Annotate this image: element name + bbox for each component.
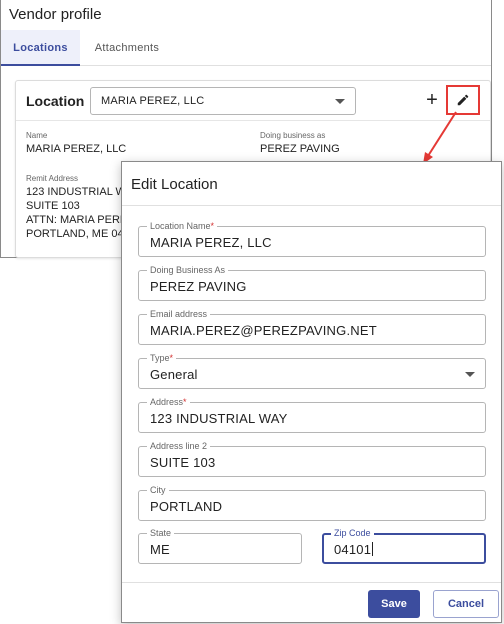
text-cursor [372,542,374,556]
state-field[interactable]: State ME [138,528,302,564]
address-line-2-value: SUITE 103 [150,455,216,470]
address-value: 123 INDUSTRIAL WAY [150,411,288,426]
email-label: Email address [147,309,211,319]
tab-bar: Locations Attachments [1,30,491,66]
address-line-2-label: Address line 2 [147,441,211,451]
city-label: City [147,485,169,495]
remit-address-line: SUITE 103 [26,200,80,212]
state-value: ME [150,542,170,557]
type-label: Type* [147,353,177,363]
type-value: General [150,367,198,382]
location-card-header: Location MARIA PEREZ, LLC + [16,81,490,121]
location-name-field[interactable]: Location Name* MARIA PEREZ, LLC [138,221,486,257]
save-button[interactable]: Save [368,590,420,618]
remit-address-label: Remit Address [26,174,79,183]
city-value: PORTLAND [150,499,223,514]
screen: Vendor profile Locations Attachments Loc… [0,0,504,624]
zip-code-value: 04101 [334,542,374,557]
location-name-value: MARIA PEREZ, LLC [150,235,272,250]
location-label: Location [26,93,85,109]
remit-address-line: ATTN: MARIA PERE [26,214,128,226]
location-select-value: MARIA PEREZ, LLC [101,95,205,107]
edit-location-dialog: Edit Location Location Name* MARIA PEREZ… [121,161,502,623]
type-select[interactable]: Type* General [138,353,486,389]
pencil-icon [457,94,469,106]
cancel-button[interactable]: Cancel [433,590,499,618]
remit-address-line: 123 INDUSTRIAL W [26,186,126,198]
dba-label: Doing business as [260,131,326,140]
address-field[interactable]: Address* 123 INDUSTRIAL WAY [138,397,486,433]
address-label: Address* [147,397,190,407]
name-label: Name [26,131,48,140]
location-select[interactable]: MARIA PEREZ, LLC [90,87,356,115]
zip-code-label: Zip Code [331,528,374,538]
location-name-label: Location Name* [147,221,218,231]
dropdown-arrow-icon [335,99,345,104]
doing-business-as-field[interactable]: Doing Business As PEREZ PAVING [138,265,486,301]
email-field[interactable]: Email address MARIA.PEREZ@PEREZPAVING.NE… [138,309,486,345]
tab-locations[interactable]: Locations [1,30,80,66]
name-value: MARIA PEREZ, LLC [26,143,127,155]
dropdown-arrow-icon [465,372,475,377]
dba-value: PEREZ PAVING [260,143,340,155]
tab-attachments[interactable]: Attachments [81,30,173,66]
doing-business-as-value: PEREZ PAVING [150,279,247,294]
divider [122,582,501,583]
dialog-title: Edit Location [131,176,218,193]
email-value: MARIA.PEREZ@PEREZPAVING.NET [150,323,377,338]
divider [122,205,501,206]
page-title: Vendor profile [9,6,102,23]
state-label: State [147,528,175,538]
zip-code-field[interactable]: Zip Code 04101 [322,528,486,564]
city-field[interactable]: City PORTLAND [138,485,486,521]
address-line-2-field[interactable]: Address line 2 SUITE 103 [138,441,486,477]
remit-address-line: PORTLAND, ME 041 [26,228,130,240]
doing-business-as-label: Doing Business As [147,265,229,275]
